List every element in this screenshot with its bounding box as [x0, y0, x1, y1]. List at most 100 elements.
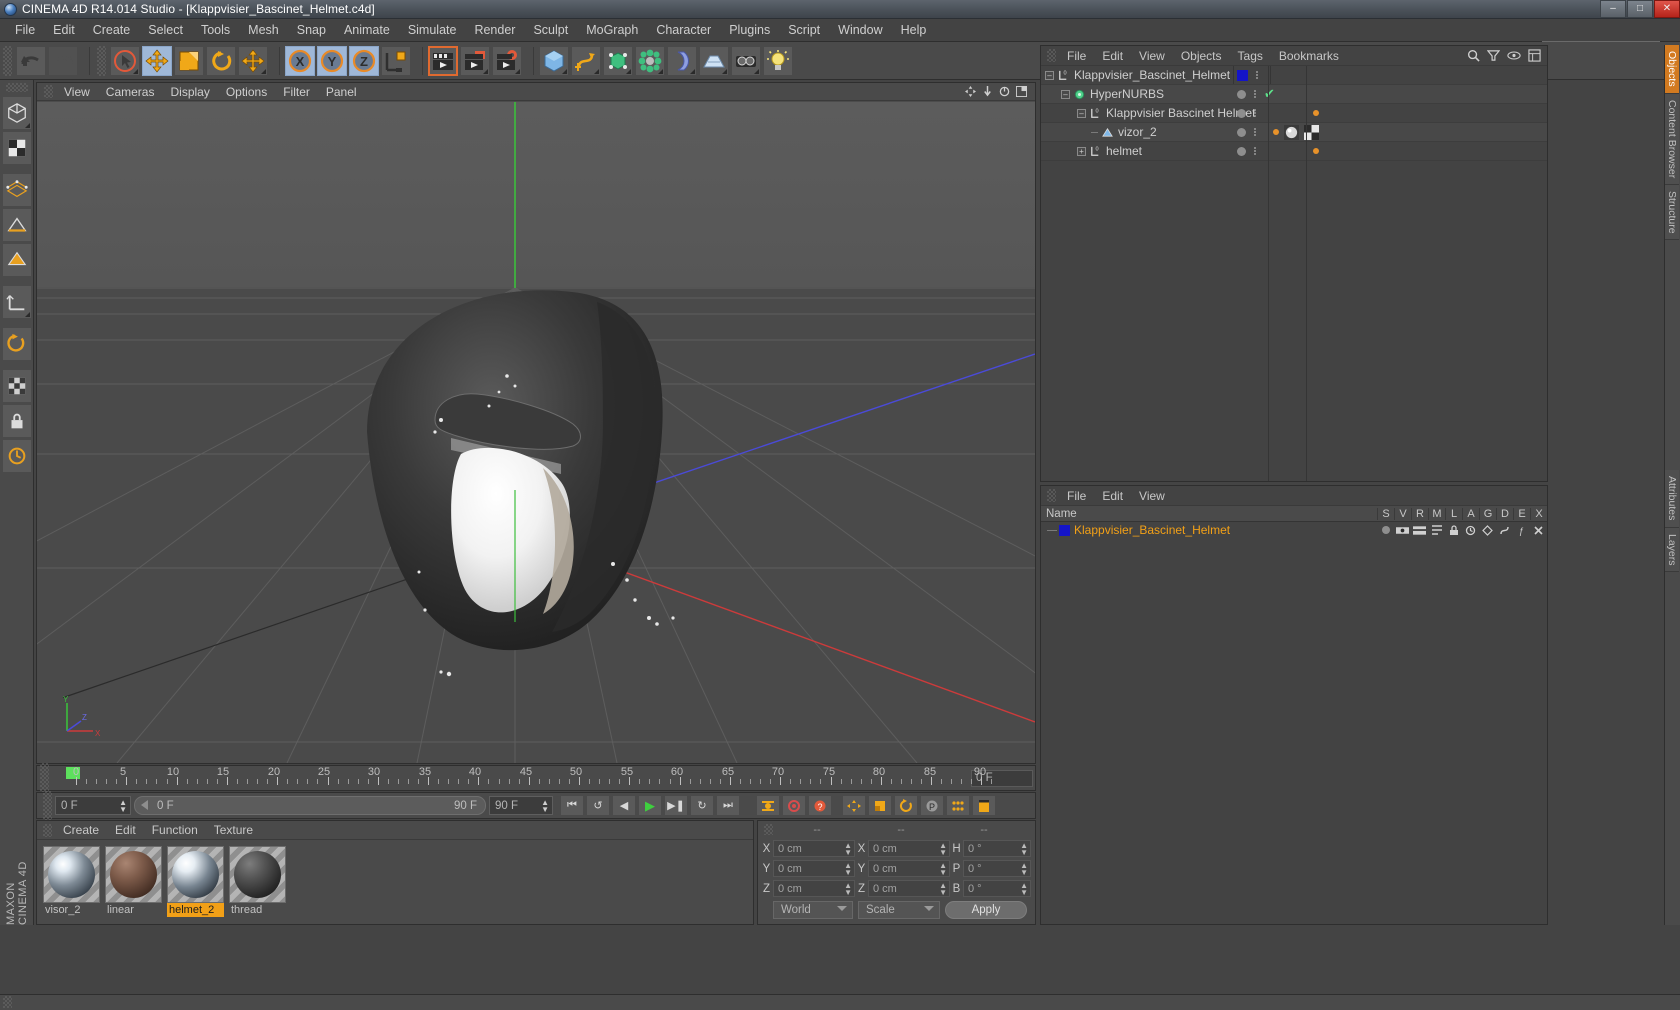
material-item[interactable]: linear	[105, 846, 162, 917]
rot-h-field[interactable]: 0 ° ▲ ▼	[963, 840, 1031, 857]
layers-icon[interactable]	[1528, 49, 1541, 62]
visibility-dot[interactable]	[1237, 89, 1246, 99]
lock-icon[interactable]	[1445, 524, 1462, 536]
axis-move-button[interactable]	[238, 45, 268, 76]
spinner-arrows-icon[interactable]: ▲ ▼	[1020, 882, 1028, 897]
time-slider[interactable]: 0 F 90 F	[134, 796, 486, 815]
material-name[interactable]: thread	[229, 903, 286, 917]
render-icon[interactable]	[1411, 525, 1428, 536]
manager-icon[interactable]	[1428, 524, 1445, 536]
menu-item-script[interactable]: Script	[779, 20, 829, 40]
menu-item-file[interactable]: File	[6, 20, 44, 40]
object-row[interactable]: – 0 Klappvisier Bascinet Helmet	[1041, 104, 1547, 123]
menu-item-mesh[interactable]: Mesh	[239, 20, 288, 40]
enable-dots-icon[interactable]	[1254, 147, 1256, 155]
object-menu-file[interactable]: File	[1059, 47, 1094, 65]
texture-mode-button[interactable]	[1, 131, 32, 165]
material-menu-function[interactable]: Function	[144, 821, 206, 839]
model-mode-button[interactable]	[1, 96, 32, 130]
enable-dots-icon[interactable]	[1254, 109, 1256, 117]
object-menu-tags[interactable]: Tags	[1230, 47, 1271, 65]
object-name[interactable]: Klappvisier_Bascinet_Helmet	[1074, 68, 1230, 82]
toolbar-grip[interactable]	[3, 45, 12, 76]
animate-layer-button[interactable]	[1, 439, 32, 473]
menu-item-plugins[interactable]: Plugins	[720, 20, 779, 40]
timeline-ruler-bar[interactable]: 0 5 10 15 20 25 30 35 40 45 50 55 60 65 …	[36, 763, 1036, 793]
object-name[interactable]: HyperNURBS	[1090, 87, 1164, 101]
menu-item-sculpt[interactable]: Sculpt	[524, 20, 577, 40]
filter-icon[interactable]	[1487, 49, 1500, 62]
enable-dots-icon[interactable]	[1254, 90, 1256, 98]
material-item[interactable]: thread	[229, 846, 286, 917]
material-menu-create[interactable]: Create	[55, 821, 107, 839]
status-grip[interactable]	[3, 996, 12, 1008]
tag-orange-dot-icon[interactable]	[1313, 148, 1319, 154]
step-forward-button[interactable]: ▶❚	[664, 795, 688, 816]
spinner-arrows-icon[interactable]: ▲ ▼	[541, 799, 549, 814]
viewport-menu-filter[interactable]: Filter	[275, 83, 318, 101]
tab-content-browser[interactable]: Content Browser	[1665, 93, 1679, 185]
menu-item-character[interactable]: Character	[647, 20, 720, 40]
layer-column-m[interactable]: M	[1428, 507, 1445, 520]
layer-color-swatch[interactable]	[1059, 524, 1070, 536]
go-to-end-button[interactable]: ⏭	[716, 795, 740, 816]
slider-handle-left-icon[interactable]	[141, 800, 148, 810]
material-menu-texture[interactable]: Texture	[206, 821, 261, 839]
object-row[interactable]: – 0 Klappvisier_Bascinet_Helmet	[1041, 66, 1547, 85]
spinner-arrows-icon[interactable]: ▲ ▼	[844, 862, 852, 877]
apply-button[interactable]: Apply	[945, 901, 1027, 919]
visibility-dot[interactable]	[1237, 108, 1246, 118]
spinner-arrows-icon[interactable]: ▲ ▼	[1020, 842, 1028, 857]
viewport-move-icon[interactable]	[965, 86, 976, 97]
render-view-button[interactable]	[428, 45, 458, 76]
material-name[interactable]: linear	[105, 903, 162, 917]
view-icon[interactable]	[1394, 525, 1411, 536]
spinner-arrows-icon[interactable]: ▲ ▼	[939, 842, 947, 857]
viewport-canvas[interactable]: Y X Z	[37, 102, 1035, 763]
keyframe-help-button[interactable]: ?	[808, 795, 832, 816]
menu-item-snap[interactable]: Snap	[288, 20, 335, 40]
material-swatch[interactable]	[43, 846, 100, 903]
viewport-rotate-icon[interactable]	[999, 86, 1010, 97]
layer-column-x[interactable]: X	[1530, 507, 1547, 520]
add-spline-button[interactable]	[571, 45, 601, 76]
spinner-arrows-icon[interactable]: ▲ ▼	[119, 799, 127, 814]
add-cube-button[interactable]	[539, 45, 569, 76]
key-pla-button[interactable]	[946, 795, 970, 816]
object-row[interactable]: – HyperNURBS ✔	[1041, 85, 1547, 104]
rot-p-field[interactable]: 0 ° ▲ ▼	[963, 860, 1031, 877]
expression-icon[interactable]: ƒ	[1513, 525, 1530, 536]
coordinates-grip[interactable]	[764, 824, 773, 835]
transport-grip[interactable]	[43, 790, 52, 821]
menu-item-help[interactable]: Help	[892, 20, 936, 40]
expander-toggle[interactable]: –	[1077, 108, 1086, 118]
object-row[interactable]: + 0 helmet	[1041, 142, 1547, 161]
start-frame-field[interactable]: 0 F ▲ ▼	[55, 796, 131, 815]
check-icon[interactable]: ✔	[1264, 87, 1275, 100]
layer-column-v[interactable]: V	[1394, 507, 1411, 520]
layer-column-e[interactable]: E	[1513, 507, 1530, 520]
toolbar-grip-2[interactable]	[97, 45, 106, 76]
eye-icon[interactable]	[1507, 49, 1521, 62]
viewport-layout-icon[interactable]	[1016, 86, 1027, 97]
layer-column-l[interactable]: L	[1445, 507, 1462, 520]
timeline-grip[interactable]	[40, 763, 49, 793]
layer-name[interactable]: Klappvisier_Bascinet_Helmet	[1074, 523, 1230, 537]
size-x-field[interactable]: 0 cm ▲ ▼	[868, 840, 950, 857]
material-swatch[interactable]	[229, 846, 286, 903]
layer-grip[interactable]	[1047, 489, 1056, 502]
timeline-ruler[interactable]: 0 5 10 15 20 25 30 35 40 45 50 55 60 65 …	[54, 766, 993, 790]
workplane-button[interactable]	[1, 285, 32, 319]
lock-z-button[interactable]: Z	[349, 45, 379, 76]
search-icon[interactable]	[1467, 49, 1480, 62]
layer-color-swatch[interactable]	[1237, 69, 1248, 81]
menu-item-tools[interactable]: Tools	[192, 20, 239, 40]
object-name[interactable]: vizor_2	[1118, 125, 1157, 139]
coordinate-system-dropdown[interactable]: World	[773, 901, 853, 919]
menu-item-mograph[interactable]: MoGraph	[577, 20, 647, 40]
edges-mode-button[interactable]	[1, 208, 32, 242]
layer-row[interactable]: Klappvisier_Bascinet_Helmet ƒ	[1041, 522, 1547, 538]
spinner-arrows-icon[interactable]: ▲ ▼	[844, 842, 852, 857]
viewport-menu-options[interactable]: Options	[218, 83, 275, 101]
render-region-button[interactable]	[460, 45, 490, 76]
